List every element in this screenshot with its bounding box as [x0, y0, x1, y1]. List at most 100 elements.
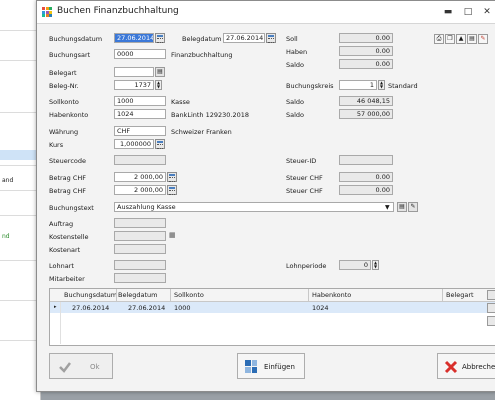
lohnart-label: Lohnart [49, 262, 74, 270]
steuercode-label: Steuercode [49, 157, 86, 165]
window-title: Buchen Finanzbuchhaltung [57, 6, 179, 16]
sollkonto-field[interactable]: 1000 [114, 96, 166, 106]
background-window: and nd [0, 0, 41, 400]
text-edit-icon[interactable]: ✎ [408, 202, 418, 212]
grid-action-icon[interactable] [487, 290, 495, 300]
buchungsdatum-field[interactable]: 27.06.2014 [114, 33, 154, 43]
steuer-chf-label: Steuer CHF [286, 187, 323, 195]
column-header[interactable]: Belegart [446, 291, 474, 299]
auftrag-label: Auftrag [49, 220, 74, 228]
text-list-icon[interactable]: ▤ [397, 202, 407, 212]
copy-icon[interactable]: ❐ [445, 34, 455, 44]
lohnperiode-spinner[interactable]: ▲ ▼ [372, 260, 379, 270]
kostenstelle-label: Kostenstelle [49, 233, 89, 241]
cancel-x-icon [444, 360, 458, 374]
saldo-haben-field: 57 000,00 [339, 109, 393, 119]
print-icon[interactable]: ⎙ [434, 34, 444, 44]
bg-text: and [2, 177, 14, 184]
row-indicator-separator [60, 302, 61, 344]
soll-label: Soll [286, 35, 298, 43]
haben-label: Haben [286, 48, 308, 56]
sollkonto-label: Sollkonto [49, 98, 79, 106]
kurs-field[interactable]: 1,000000 [114, 139, 154, 149]
lohnart-field[interactable] [114, 260, 166, 270]
beleg-nr-field[interactable]: 1737 [114, 80, 154, 90]
lohnperiode-field[interactable]: 0 [339, 260, 371, 270]
habenkonto-label: Habenkonto [49, 111, 89, 119]
saldo-soll-label: Saldo [286, 98, 305, 106]
table-cell[interactable]: 27.06.2014 [128, 304, 165, 312]
table-cell[interactable]: 1024 [312, 304, 329, 312]
maximize-button[interactable]: □ [461, 5, 475, 19]
buchungskreis-spinner[interactable]: ▲ ▼ [378, 80, 385, 90]
kostenstelle-field[interactable] [114, 231, 166, 241]
belegart-field[interactable] [114, 67, 154, 77]
belegdatum-field[interactable]: 27.06.2014 [223, 33, 265, 43]
belegart-lookup-icon[interactable]: ▤ [155, 67, 165, 77]
buchungsart-field[interactable]: 0000 [114, 49, 166, 59]
grid-action-icon[interactable] [487, 316, 495, 326]
calendar-icon[interactable] [266, 33, 276, 43]
betrag-chf-field[interactable]: 2 000,00 [114, 185, 166, 195]
beleg-nr-spinner[interactable]: ▲ ▼ [155, 80, 162, 90]
ok-button[interactable]: Ok [49, 353, 113, 379]
buchungsart-desc: Finanzbuchhaltung [171, 51, 233, 59]
kurs-label: Kurs [49, 141, 64, 149]
table-row[interactable] [50, 302, 495, 313]
abbrechen-button[interactable]: Abbrechen [437, 353, 495, 379]
buchungskreis-desc: Standard [388, 82, 418, 90]
calculator-icon[interactable] [155, 139, 165, 149]
kostenart-label: Kostenart [49, 246, 81, 254]
habenkonto-field[interactable]: 1024 [114, 109, 166, 119]
saldo-label: Saldo [286, 61, 305, 69]
calculator-icon[interactable] [167, 172, 177, 182]
column-separator [308, 289, 309, 301]
chevron-down-icon[interactable]: ▼ [385, 204, 390, 211]
grid-action-icon[interactable] [487, 303, 495, 313]
column-header[interactable]: Habenkonto [312, 291, 351, 299]
title-bar[interactable]: Buchen Finanzbuchhaltung ▬ □ ✕ [37, 1, 495, 24]
habenkonto-desc: BankLinth 129230.2018 [171, 111, 250, 119]
column-header[interactable]: Sollkonto [174, 291, 204, 299]
buchungstext-field[interactable]: Auszahlung Kasse [114, 202, 394, 212]
saldo-field: 0.00 [339, 59, 393, 69]
sollkonto-desc: Kasse [171, 98, 190, 106]
belegart-label: Belegart [49, 69, 77, 77]
ok-label: Ok [90, 363, 100, 371]
soll-field: 0.00 [339, 33, 393, 43]
bg-selected-row [0, 150, 40, 160]
bg-divider [0, 30, 40, 31]
bg-divider [0, 300, 40, 301]
mitarbeiter-field[interactable] [114, 273, 166, 283]
column-separator [170, 289, 171, 301]
steuer-chf-field: 0.00 [339, 172, 393, 182]
minimize-button[interactable]: ▬ [441, 5, 455, 19]
delete-icon[interactable]: ✎ [478, 34, 488, 44]
up-icon[interactable]: ▲ [456, 34, 466, 44]
bg-divider [0, 215, 40, 216]
calendar-icon[interactable] [155, 33, 165, 43]
bg-divider [0, 60, 40, 61]
steuer-chf-field: 0.00 [339, 185, 393, 195]
betrag-chf-label: Betrag CHF [49, 187, 87, 195]
insert-icon [245, 360, 257, 373]
buchungstext-label: Buchungstext [49, 204, 94, 212]
buchungskreis-field[interactable]: 1 [339, 80, 377, 90]
betrag-chf-field[interactable]: 2 000,00 [114, 172, 166, 182]
kostenart-field[interactable] [114, 244, 166, 254]
doc-icon[interactable]: ▤ [467, 34, 477, 44]
einfuegen-button[interactable]: Einfügen [237, 353, 305, 379]
buchen-dialog: Buchen Finanzbuchhaltung ▬ □ ✕ ⎙ ❐ ▲ ▤ ✎… [36, 0, 495, 392]
calculator-icon[interactable] [167, 185, 177, 195]
table-cell[interactable]: 27.06.2014 [72, 304, 109, 312]
table-cell[interactable]: 1000 [174, 304, 191, 312]
waehrung-field[interactable]: CHF [114, 126, 166, 136]
steuer-id-field[interactable] [339, 155, 393, 165]
column-separator [116, 289, 117, 301]
grid-icon[interactable]: ▦ [169, 231, 176, 239]
column-header[interactable]: Buchungsdatum [64, 291, 117, 299]
auftrag-field[interactable] [114, 218, 166, 228]
steuercode-field[interactable] [114, 155, 166, 165]
close-button[interactable]: ✕ [480, 5, 494, 19]
column-header[interactable]: Belegdatum [118, 291, 158, 299]
